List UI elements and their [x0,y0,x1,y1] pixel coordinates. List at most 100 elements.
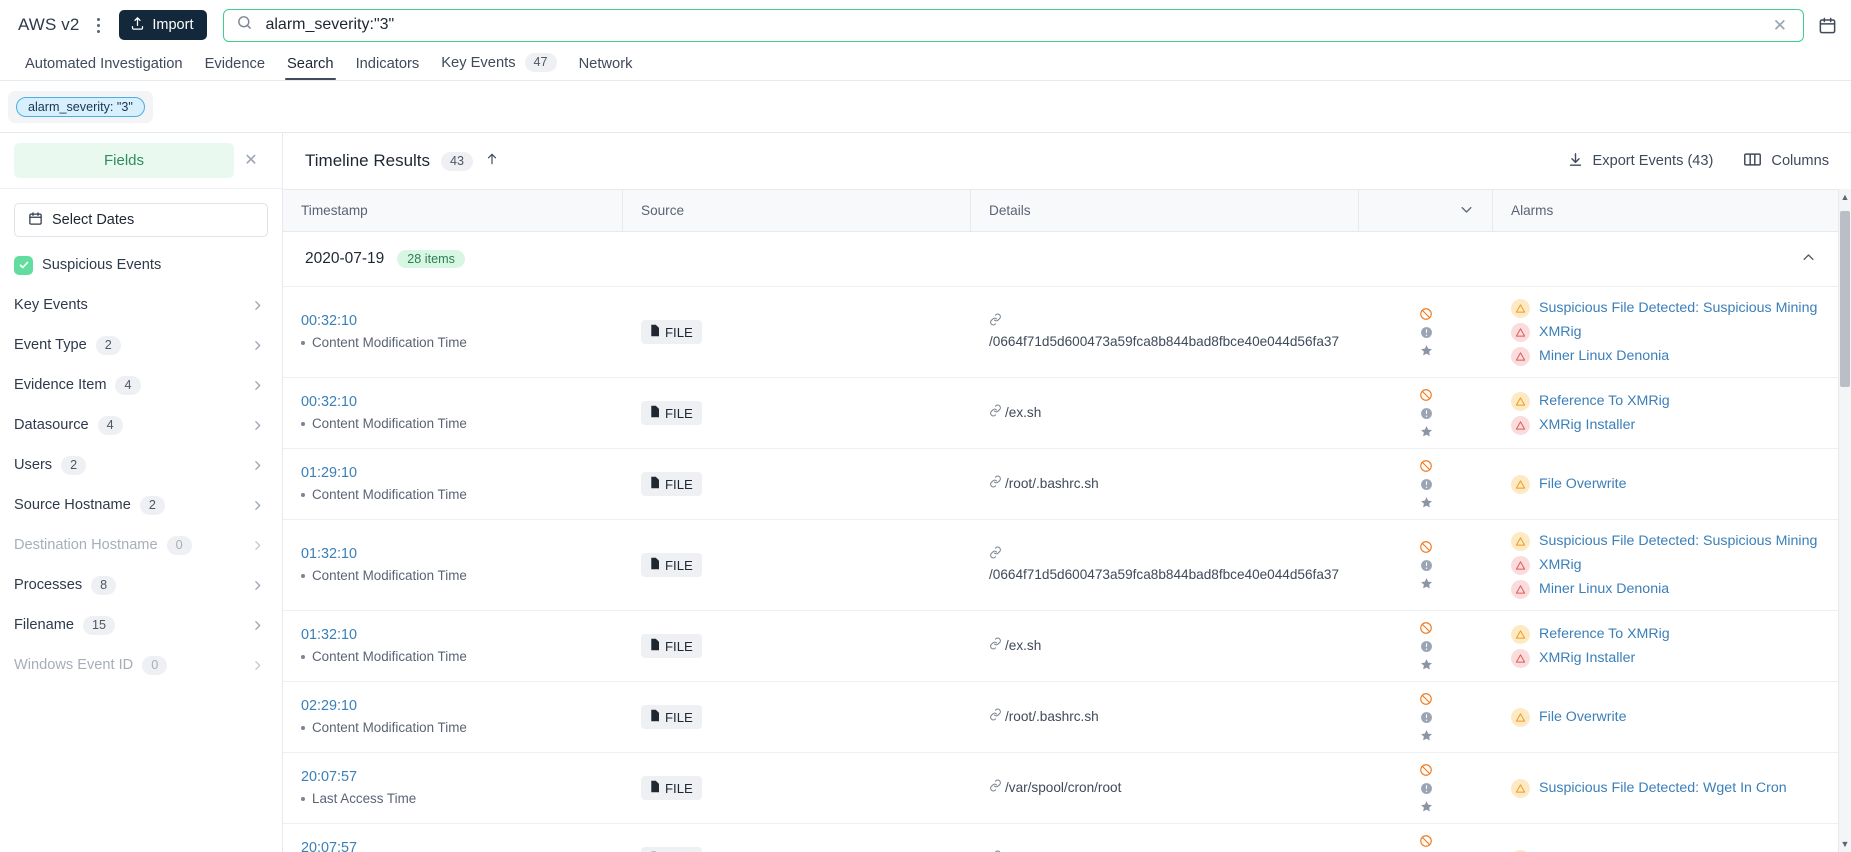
block-icon[interactable] [1419,459,1433,473]
table-row[interactable]: 01:32:10 Content Modification Time FILE/06… [283,520,1838,611]
close-icon[interactable]: ✕ [234,152,268,169]
alarm-item[interactable]: XMRig Installer [1511,648,1820,668]
star-icon[interactable] [1420,800,1433,813]
alarm-item[interactable]: Miner Linux Denonia [1511,579,1820,599]
sidebar-item-windows-event-id[interactable]: Windows Event ID 0 [14,645,268,685]
tab-search[interactable]: Search [276,56,345,80]
sidebar-item-suspicious-events[interactable]: Suspicious Events [14,245,268,285]
info-icon[interactable] [1420,711,1433,724]
table-row[interactable]: 01:32:10 Content Modification Time FILE/ex… [283,611,1838,682]
chevron-up-icon[interactable] [1801,250,1816,268]
sidebar-item-source-hostname[interactable]: Source Hostname 2 [14,485,268,525]
sidebar-item-filename[interactable]: Filename 15 [14,605,268,645]
scrollbar-thumb[interactable] [1840,211,1850,387]
chevron-down-icon[interactable] [1459,202,1474,220]
block-icon[interactable] [1419,621,1433,635]
filter-chip-alarm-severity[interactable]: alarm_severity: "3" [16,96,145,117]
table-row[interactable]: 20:07:57Last Access TimeFILE/var/spool/c… [283,824,1838,852]
fields-button[interactable]: Fields [14,143,234,178]
table-row[interactable]: 20:07:57Last Access TimeFILE/var/spool/c… [283,753,1838,824]
details-path[interactable]: /ex.sh [989,636,1341,656]
table-row[interactable]: 00:32:10 Content Modification Time FILE/06… [283,287,1838,378]
star-icon[interactable] [1420,496,1433,509]
info-icon[interactable] [1420,782,1433,795]
clear-search-icon[interactable]: ✕ [1767,17,1793,34]
date-group-header[interactable]: 2020-07-19 28 items [283,232,1838,287]
alarm-item[interactable]: Reference To XMRig [1511,624,1820,644]
tab-key-events[interactable]: Key Events 47 [430,53,567,80]
block-icon[interactable] [1419,692,1433,706]
sort-ascending-icon[interactable] [485,151,499,171]
table-row[interactable]: 02:29:10 Content Modification Time FILE/ro… [283,682,1838,753]
block-icon[interactable] [1419,763,1433,777]
details-path[interactable]: /root/.bashrc.sh [989,707,1341,727]
details-path[interactable]: /root/.bashrc.sh [989,474,1341,494]
details-path[interactable]: /var/spool/cron/root [989,778,1341,798]
info-icon[interactable] [1420,559,1433,572]
tab-indicators[interactable]: Indicators [345,56,431,80]
star-icon[interactable] [1420,729,1433,742]
details-path[interactable]: /ex.sh [989,403,1341,423]
star-icon[interactable] [1420,425,1433,438]
alarm-item[interactable]: Suspicious File Detected: Wget In Cron [1511,778,1820,798]
row-time[interactable]: 00:32:10 [301,393,605,412]
import-button[interactable]: Import [119,10,208,40]
row-time[interactable]: 20:07:57 [301,839,605,852]
sidebar-item-event-type[interactable]: Event Type 2 [14,325,268,365]
scrollbar-track[interactable] [1839,205,1851,836]
row-time[interactable]: 00:32:10 [301,312,605,331]
info-icon[interactable] [1420,478,1433,491]
alarm-item[interactable]: XMRig [1511,555,1820,575]
search-bar[interactable]: ✕ [223,8,1804,42]
tab-evidence[interactable]: Evidence [194,56,276,80]
alarm-item[interactable]: File Overwrite [1511,474,1820,494]
block-icon[interactable] [1419,834,1433,848]
details-path[interactable]: /0664f71d5d600473a59fca8b844bad8fbce40e0… [989,545,1341,585]
sidebar-item-datasource[interactable]: Datasource 4 [14,405,268,445]
row-time[interactable]: 20:07:57 [301,768,605,787]
sidebar-item-users[interactable]: Users 2 [14,445,268,485]
kebab-menu-icon[interactable] [89,14,107,36]
info-icon[interactable] [1420,326,1433,339]
star-icon[interactable] [1420,658,1433,671]
column-header-alarms[interactable]: Alarms [1493,190,1838,231]
select-dates-button[interactable]: Select Dates [14,203,268,237]
alarm-item[interactable]: Reference To XMRig [1511,391,1820,411]
alarm-item[interactable]: File Overwrite [1511,707,1820,727]
details-path[interactable]: /0664f71d5d600473a59fca8b844bad8fbce40e0… [989,312,1341,352]
tab-network[interactable]: Network [568,56,644,80]
sidebar-item-processes[interactable]: Processes 8 [14,565,268,605]
block-icon[interactable] [1419,388,1433,402]
table-row[interactable]: 00:32:10 Content Modification Time FILE/ex… [283,378,1838,449]
block-icon[interactable] [1419,540,1433,554]
column-header-timestamp[interactable]: Timestamp [283,190,623,231]
sidebar-item-destination-hostname[interactable]: Destination Hostname 0 [14,525,268,565]
row-time[interactable]: 01:32:10 [301,626,605,645]
calendar-icon[interactable] [1814,16,1837,35]
columns-button[interactable]: Columns [1743,151,1829,172]
column-header-icons[interactable] [1359,190,1493,231]
sidebar-item-evidence-item[interactable]: Evidence Item 4 [14,365,268,405]
info-icon[interactable] [1420,640,1433,653]
row-time[interactable]: 01:32:10 [301,545,605,564]
alarm-item[interactable]: Miner Linux Denonia [1511,346,1820,366]
tab-automated-investigation[interactable]: Automated Investigation [14,56,194,80]
info-icon[interactable] [1420,407,1433,420]
search-input[interactable] [263,15,1757,35]
star-icon[interactable] [1420,577,1433,590]
column-header-source[interactable]: Source [623,190,971,231]
triangle-down-icon[interactable]: ▼ [1841,836,1850,852]
block-icon[interactable] [1419,307,1433,321]
suspicious-events-checkbox[interactable] [14,255,33,275]
table-row[interactable]: 01:29:10 Content Modification Time FILE/ro… [283,449,1838,520]
row-time[interactable]: 01:29:10 [301,464,605,483]
sidebar-item-key-events[interactable]: Key Events [14,285,268,325]
export-events-button[interactable]: Export Events (43) [1567,151,1713,172]
alarm-item[interactable]: Suspicious File Detected: Suspicious Min… [1511,298,1820,318]
triangle-up-icon[interactable]: ▲ [1841,189,1850,205]
alarm-item[interactable]: XMRig [1511,322,1820,342]
column-header-details[interactable]: Details [971,190,1359,231]
star-icon[interactable] [1420,344,1433,357]
row-time[interactable]: 02:29:10 [301,697,605,716]
alarm-item[interactable]: XMRig Installer [1511,415,1820,435]
